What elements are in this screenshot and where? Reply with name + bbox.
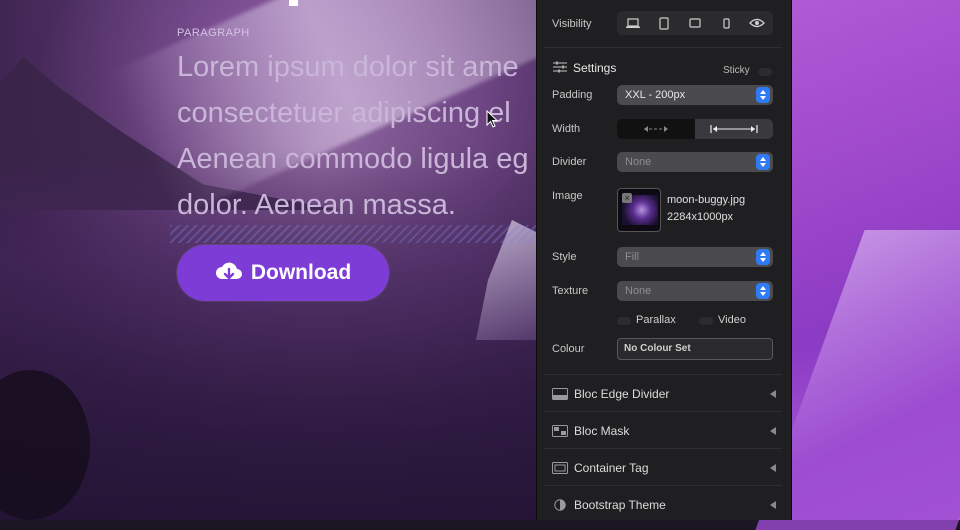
- style-value: Fill: [625, 251, 640, 263]
- anchor-handle[interactable]: [289, 0, 298, 6]
- visibility-toggles: [617, 11, 773, 35]
- cursor-icon: [486, 110, 498, 128]
- paragraph-line: dolor. Aenean massa.: [177, 189, 456, 221]
- section-label: PARAGRAPH: [177, 27, 250, 39]
- download-label: Download: [250, 261, 352, 284]
- section-label: Bloc Mask: [574, 424, 630, 438]
- padding-select[interactable]: XXL - 200px: [617, 85, 773, 105]
- section-label: Container Tag: [574, 461, 649, 475]
- image-dimensions: 2284x1000px: [667, 211, 734, 223]
- phone-icon[interactable]: [716, 16, 736, 30]
- colour-value: No Colour Set: [624, 343, 691, 354]
- divider-line: [544, 411, 782, 412]
- divider-label: Divider: [552, 156, 587, 168]
- style-select[interactable]: Fill: [617, 247, 773, 267]
- section-bloc-mask[interactable]: Bloc Mask: [544, 416, 782, 446]
- chevron-updown-icon: [756, 154, 770, 170]
- desktop-wallpaper: [790, 0, 960, 520]
- colour-label: Colour: [552, 343, 585, 355]
- padding-value: XXL - 200px: [625, 89, 686, 101]
- disclosure-arrow-icon: [770, 390, 776, 398]
- colour-picker-field[interactable]: No Colour Set: [617, 338, 773, 360]
- parallax-label: Parallax: [636, 314, 676, 326]
- section-bootstrap-theme[interactable]: Bootstrap Theme: [544, 490, 782, 520]
- divider-select[interactable]: None: [617, 152, 773, 172]
- paragraph-line: consectetuer adipiscing el: [177, 97, 511, 129]
- sticky-label: Sticky: [723, 65, 750, 76]
- width-contained-option[interactable]: [617, 119, 695, 139]
- cloud-download-icon: [215, 262, 242, 280]
- mask-icon: [552, 425, 568, 437]
- width-segmented-control: [617, 119, 773, 139]
- page-canvas[interactable]: PARAGRAPH Lorem ipsum dolor sit ame cons…: [0, 0, 536, 520]
- parallax-toggle[interactable]: [617, 317, 631, 325]
- chevron-updown-icon: [756, 283, 770, 299]
- tablet-icon[interactable]: [654, 16, 674, 30]
- divider-line: [544, 374, 782, 375]
- paragraph-line: Lorem ipsum dolor sit ame: [177, 51, 519, 83]
- image-filename: moon-buggy.jpg: [667, 194, 746, 206]
- divider-value: None: [625, 156, 652, 168]
- disclosure-arrow-icon: [770, 427, 776, 435]
- container-icon: [552, 462, 568, 474]
- video-toggle[interactable]: [699, 317, 713, 325]
- disclosure-arrow-icon: [770, 501, 776, 509]
- laptop-icon[interactable]: [623, 16, 643, 30]
- tablet-landscape-icon[interactable]: [685, 16, 705, 30]
- image-label: Image: [552, 190, 583, 202]
- image-thumbnail[interactable]: ×: [617, 188, 661, 232]
- chevron-updown-icon: [756, 87, 770, 103]
- remove-image-icon[interactable]: ×: [622, 193, 632, 203]
- texture-select[interactable]: None: [617, 281, 773, 301]
- video-label: Video: [718, 314, 746, 326]
- sliders-icon: [553, 61, 567, 73]
- section-container-tag[interactable]: Container Tag: [544, 453, 782, 483]
- style-label: Style: [552, 251, 577, 263]
- settings-title: Settings: [573, 61, 617, 75]
- texture-label: Texture: [552, 285, 589, 297]
- download-button[interactable]: Download: [177, 245, 389, 301]
- width-full-option[interactable]: [695, 119, 773, 139]
- divider-line: [544, 485, 782, 486]
- visibility-label: Visibility: [552, 18, 592, 30]
- sticky-toggle[interactable]: [758, 68, 772, 76]
- padding-label: Padding: [552, 89, 593, 101]
- disclosure-arrow-icon: [770, 464, 776, 472]
- section-label: Bloc Edge Divider: [574, 387, 670, 401]
- edge-divider-icon: [552, 388, 568, 400]
- section-label: Bootstrap Theme: [574, 498, 666, 512]
- divider-line: [544, 47, 782, 48]
- section-bloc-edge-divider[interactable]: Bloc Edge Divider: [544, 379, 782, 409]
- paragraph-line: Aenean commodo ligula eg: [177, 143, 529, 175]
- texture-value: None: [625, 285, 652, 297]
- paragraph-text[interactable]: Lorem ipsum dolor sit ame consectetuer a…: [177, 44, 536, 228]
- theme-icon: [552, 499, 568, 511]
- chevron-updown-icon: [756, 249, 770, 265]
- eye-icon[interactable]: [747, 16, 767, 30]
- divider-line: [544, 448, 782, 449]
- width-label: Width: [552, 123, 581, 135]
